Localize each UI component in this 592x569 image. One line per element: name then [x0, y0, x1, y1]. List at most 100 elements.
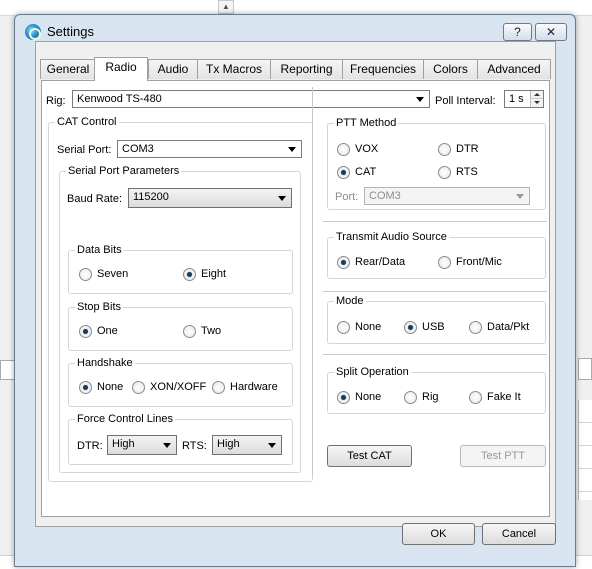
cat-control-title: CAT Control	[55, 115, 119, 129]
chevron-down-icon	[268, 443, 276, 448]
mode-usb-radio[interactable]: USB	[404, 321, 445, 335]
separator	[323, 221, 547, 222]
cat-control-group: CAT Control Serial Port: COM3 Serial Por…	[48, 115, 313, 482]
tab-reporting[interactable]: Reporting	[270, 59, 343, 79]
rig-value: Kenwood TS-480	[77, 93, 162, 105]
background-scroll-up-icon[interactable]: ▲	[218, 0, 234, 14]
mode-group: Mode None USB Data/Pkt	[327, 294, 546, 344]
split-fake-it-radio[interactable]: Fake It	[469, 391, 521, 405]
tab-radio[interactable]: Radio	[94, 57, 148, 81]
handshake-xonxoff-radio[interactable]: XON/XOFF	[132, 381, 206, 395]
rig-select[interactable]: Kenwood TS-480	[72, 90, 430, 108]
tab-tx-macros[interactable]: Tx Macros	[197, 59, 271, 79]
radio-unchecked-icon	[469, 321, 482, 334]
test-ptt-button[interactable]: Test PTT	[460, 445, 546, 467]
radio-unchecked-icon	[212, 381, 225, 394]
spin-down-icon[interactable]	[530, 99, 543, 107]
transmit-audio-source-group: Transmit Audio Source Rear/Data Front/Mi…	[327, 230, 546, 279]
radio-checked-icon	[183, 268, 196, 281]
help-button[interactable]: ?	[503, 23, 532, 41]
radio-unchecked-icon	[79, 268, 92, 281]
dtr-label: DTR:	[77, 440, 103, 452]
baud-rate-select[interactable]: 115200	[128, 188, 292, 208]
dialog-client-area: General Radio Audio Tx Macros Reporting …	[35, 41, 556, 527]
serial-port-value: COM3	[122, 143, 154, 155]
radio-checked-icon	[79, 325, 92, 338]
close-button[interactable]: ✕	[535, 23, 567, 41]
force-control-lines-group: Force Control Lines DTR: High RTS: High	[68, 412, 293, 465]
tab-audio[interactable]: Audio	[148, 59, 198, 79]
ptt-dtr-radio[interactable]: DTR	[438, 143, 479, 157]
chevron-down-icon	[288, 147, 296, 152]
vertical-separator	[312, 87, 313, 475]
data-bits-seven-radio[interactable]: Seven	[79, 268, 128, 282]
mode-data-pkt-label: Data/Pkt	[487, 321, 530, 333]
ptt-cat-label: CAT	[355, 166, 377, 178]
separator	[323, 291, 547, 292]
spin-up-icon[interactable]	[530, 91, 543, 99]
title-bar[interactable]: Settings ? ✕	[15, 15, 575, 43]
rts-select[interactable]: High	[212, 435, 282, 455]
audio-front-mic-label: Front/Mic	[456, 256, 502, 268]
mode-usb-label: USB	[422, 321, 445, 333]
radio-checked-icon	[79, 381, 92, 394]
handshake-xonxoff-label: XON/XOFF	[150, 381, 207, 393]
stop-bits-one-radio[interactable]: One	[79, 325, 118, 339]
mode-data-pkt-radio[interactable]: Data/Pkt	[469, 321, 529, 335]
radio-unchecked-icon	[469, 391, 482, 404]
serial-port-parameters-title: Serial Port Parameters	[66, 164, 182, 178]
handshake-group: Handshake None XON/XOFF Hardware	[68, 356, 293, 407]
ptt-port-select[interactable]: COM3	[364, 187, 530, 205]
radio-unchecked-icon	[337, 143, 350, 156]
poll-interval-value: 1 s	[509, 93, 524, 105]
audio-rear-data-radio[interactable]: Rear/Data	[337, 256, 405, 270]
tab-frequencies[interactable]: Frequencies	[342, 59, 424, 79]
ok-button[interactable]: OK	[402, 523, 475, 545]
radio-checked-icon	[337, 256, 350, 269]
dtr-select[interactable]: High	[107, 435, 177, 455]
audio-front-mic-radio[interactable]: Front/Mic	[438, 256, 502, 270]
serial-port-label: Serial Port:	[57, 144, 112, 156]
chevron-down-icon	[278, 196, 286, 201]
ptt-port-value: COM3	[369, 190, 401, 202]
ptt-port-label: Port:	[335, 191, 359, 203]
radio-unchecked-icon	[132, 381, 145, 394]
ptt-dtr-label: DTR	[456, 143, 479, 155]
tab-colors[interactable]: Colors	[423, 59, 478, 79]
chevron-down-icon	[516, 194, 524, 199]
data-bits-group: Data Bits Seven Eight	[68, 243, 293, 294]
ptt-rts-radio[interactable]: RTS	[438, 166, 478, 180]
poll-interval-spinbox[interactable]: 1 s	[504, 90, 544, 108]
split-rig-label: Rig	[422, 391, 439, 403]
audio-rear-data-label: Rear/Data	[355, 256, 406, 268]
tab-general[interactable]: General	[40, 59, 96, 79]
mode-none-radio[interactable]: None	[337, 321, 381, 335]
serial-port-select[interactable]: COM3	[117, 140, 302, 158]
ptt-vox-radio[interactable]: VOX	[337, 143, 378, 157]
cancel-button[interactable]: Cancel	[482, 523, 556, 545]
data-bits-seven-label: Seven	[97, 268, 129, 280]
radio-unchecked-icon	[438, 143, 451, 156]
split-none-radio[interactable]: None	[337, 391, 381, 405]
handshake-title: Handshake	[75, 356, 135, 370]
separator	[323, 354, 547, 355]
radio-unchecked-icon	[337, 321, 350, 334]
handshake-hardware-radio[interactable]: Hardware	[212, 381, 278, 395]
data-bits-eight-radio[interactable]: Eight	[183, 268, 226, 282]
radio-unchecked-icon	[438, 256, 451, 269]
stop-bits-group: Stop Bits One Two	[68, 300, 293, 351]
stop-bits-title: Stop Bits	[75, 300, 124, 314]
transmit-audio-source-title: Transmit Audio Source	[334, 230, 449, 244]
test-cat-button[interactable]: Test CAT	[327, 445, 412, 467]
data-bits-eight-label: Eight	[201, 268, 227, 280]
tab-advanced[interactable]: Advanced	[477, 59, 551, 79]
ptt-cat-radio[interactable]: CAT	[337, 166, 376, 180]
radio-unchecked-icon	[404, 391, 417, 404]
radio-unchecked-icon	[438, 166, 451, 179]
mode-title: Mode	[334, 294, 366, 308]
handshake-none-radio[interactable]: None	[79, 381, 123, 395]
split-rig-radio[interactable]: Rig	[404, 391, 439, 405]
chevron-down-icon	[416, 97, 424, 102]
stop-bits-two-radio[interactable]: Two	[183, 325, 221, 339]
data-bits-title: Data Bits	[75, 243, 124, 257]
